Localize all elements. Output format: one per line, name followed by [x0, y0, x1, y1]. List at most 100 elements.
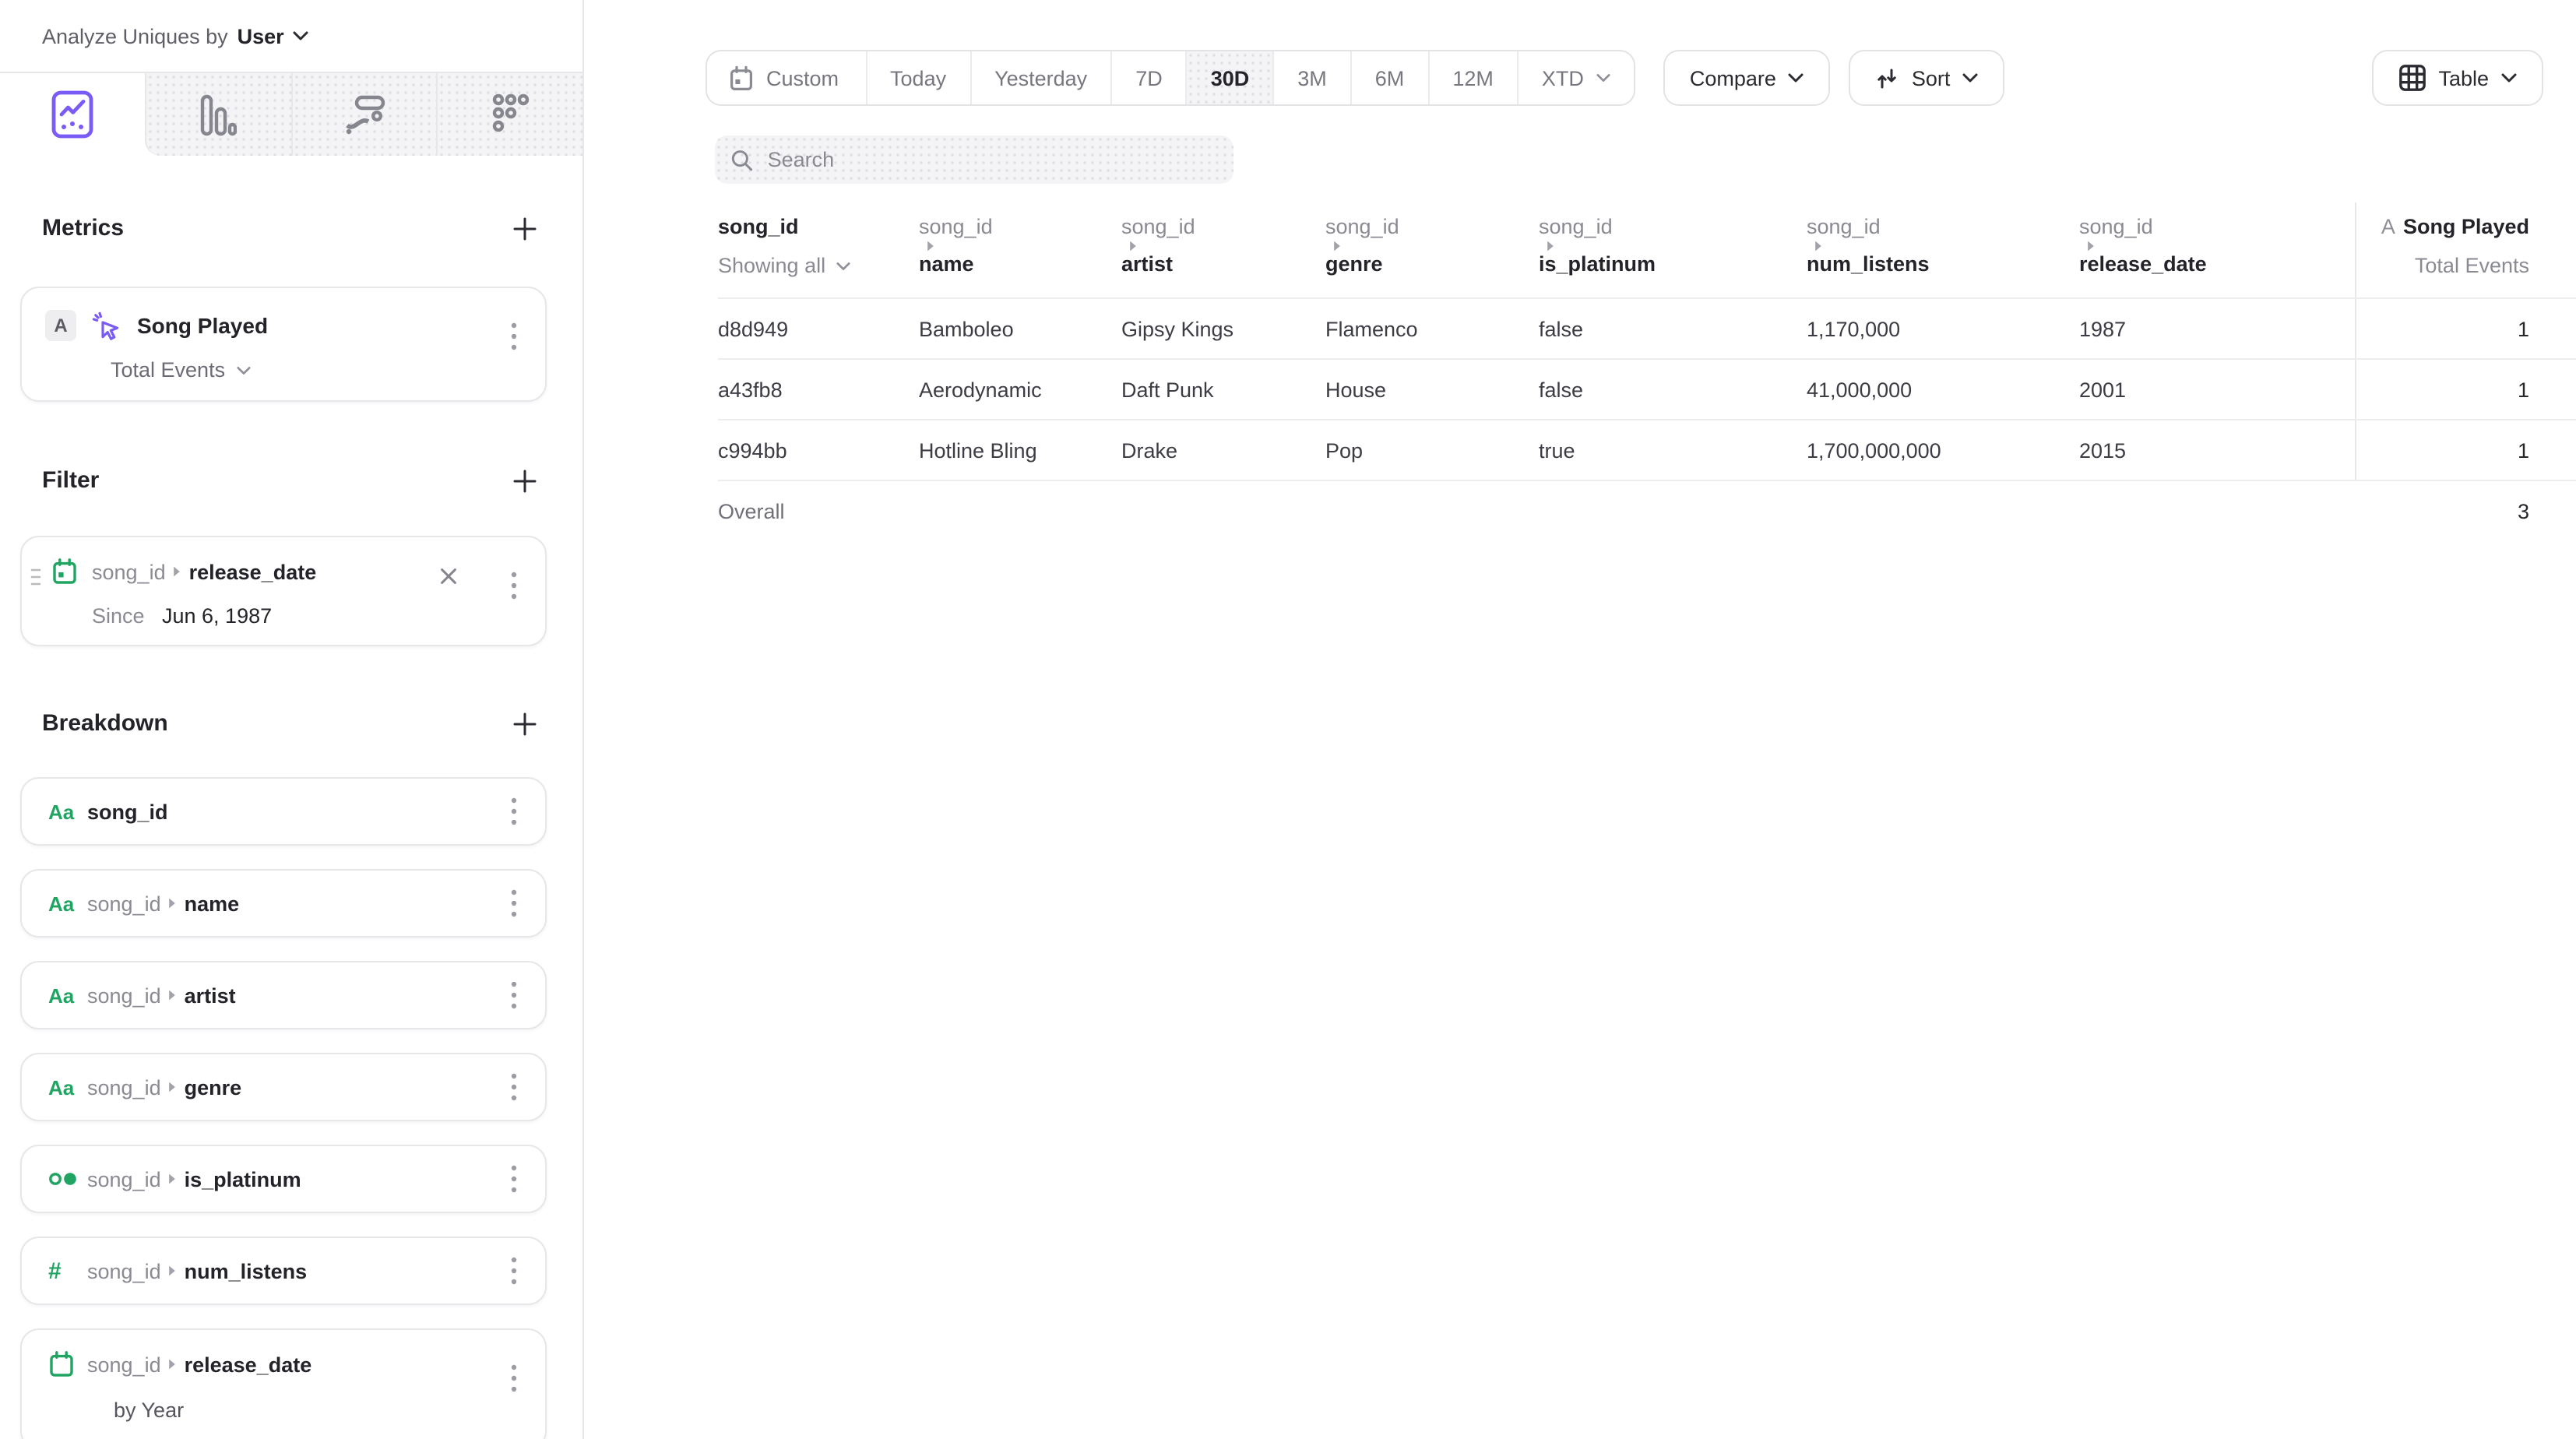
- date-range-6m[interactable]: 6M: [1350, 51, 1428, 104]
- flow-chart-icon: [343, 93, 386, 136]
- table-row[interactable]: a43fb8 Aerodynamic Daft Punk House false…: [718, 358, 2576, 419]
- kebab-menu-icon[interactable]: [511, 1364, 517, 1392]
- calendar-icon: [51, 558, 78, 586]
- filter-property-name: release_date: [189, 560, 317, 583]
- filter-value[interactable]: Jun 6, 1987: [162, 604, 272, 628]
- add-breakdown-button[interactable]: [512, 711, 537, 736]
- kebab-menu-icon[interactable]: [511, 572, 517, 600]
- column-header-artist[interactable]: song_idartist: [1121, 202, 1325, 297]
- chevron-down-icon: [1596, 73, 1610, 83]
- search-input[interactable]: [768, 148, 1218, 171]
- caret-right-icon: [2087, 240, 2095, 252]
- chevron-down-icon: [294, 31, 309, 40]
- metrics-title: Metrics: [42, 215, 124, 241]
- chart-type-tabs: [0, 73, 582, 156]
- view-type-button[interactable]: Table: [2371, 50, 2543, 106]
- table-header-row: song_id Showing all song_idname song_ida…: [718, 202, 2576, 297]
- column-header-release-date[interactable]: song_idrelease_date: [2079, 202, 2355, 297]
- caret-right-icon: [169, 989, 177, 1001]
- report-toolbar: Custom Today Yesterday 7D 30D 3M 6M 12M …: [586, 0, 2576, 106]
- column-header-metric[interactable]: ASong Played Total Events: [2355, 202, 2576, 297]
- breakdown-item-genre[interactable]: Aa song_id genre: [20, 1053, 547, 1121]
- filter-property-parent: song_id: [92, 560, 166, 583]
- caret-right-icon: [169, 897, 177, 909]
- add-metric-button[interactable]: [512, 216, 537, 241]
- date-range-7d[interactable]: 7D: [1110, 51, 1186, 104]
- filter-card[interactable]: song_id release_date Since Jun 6, 1987: [20, 536, 547, 646]
- remove-filter-icon[interactable]: [439, 567, 458, 586]
- breakdown-item-name[interactable]: Aa song_id name: [20, 869, 547, 938]
- metrics-section-header: Metrics: [0, 215, 582, 241]
- kebab-menu-icon[interactable]: [511, 1165, 517, 1193]
- breakdown-item-is-platinum[interactable]: song_id is_platinum: [20, 1145, 547, 1213]
- tab-bar-chart[interactable]: [145, 73, 291, 156]
- column-header-name[interactable]: song_idname: [919, 202, 1121, 297]
- add-filter-button[interactable]: [512, 468, 537, 493]
- caret-right-icon: [169, 1358, 177, 1370]
- date-range-custom[interactable]: Custom: [707, 51, 865, 104]
- date-range-today[interactable]: Today: [865, 51, 970, 104]
- kebab-menu-icon[interactable]: [511, 322, 517, 350]
- tab-line-chart[interactable]: [0, 73, 145, 156]
- filter-section-header: Filter: [0, 467, 582, 494]
- analyze-header: Analyze Uniques by User: [0, 0, 582, 73]
- breakdown-item-num-listens[interactable]: # song_id num_listens: [20, 1237, 547, 1305]
- text-type-icon: Aa: [48, 800, 74, 823]
- metric-event-name: Song Played: [137, 313, 268, 338]
- chevron-down-icon: [1789, 73, 1804, 83]
- caret-right-icon: [169, 1265, 177, 1277]
- column-header-genre[interactable]: song_idgenre: [1325, 202, 1539, 297]
- column-header-song-id[interactable]: song_id Showing all: [718, 202, 919, 297]
- kebab-menu-icon[interactable]: [511, 889, 517, 917]
- kebab-menu-icon[interactable]: [511, 1257, 517, 1285]
- boolean-type-icon: [48, 1171, 78, 1187]
- breakdown-bucket[interactable]: by Year: [114, 1399, 545, 1422]
- table-row[interactable]: d8d949 Bamboleo Gipsy Kings Flamenco fal…: [718, 297, 2576, 358]
- sort-button[interactable]: Sort: [1849, 50, 2005, 106]
- caret-right-icon: [1129, 240, 1137, 252]
- compare-button[interactable]: Compare: [1663, 50, 1831, 106]
- chevron-down-icon: [2501, 73, 2517, 83]
- breakdown-item-artist[interactable]: Aa song_id artist: [20, 961, 547, 1029]
- breakdown-section-header: Breakdown: [0, 710, 582, 737]
- calendar-icon: [729, 65, 754, 91]
- drag-handle-icon[interactable]: [30, 567, 42, 587]
- kebab-menu-icon[interactable]: [511, 1073, 517, 1101]
- metric-card[interactable]: A Song Played Total Events: [20, 287, 547, 402]
- date-range-30d[interactable]: 30D: [1186, 51, 1273, 104]
- caret-right-icon: [1547, 240, 1554, 252]
- date-range-yesterday[interactable]: Yesterday: [970, 51, 1110, 104]
- table-grid-icon: [2398, 64, 2426, 92]
- filter-title: Filter: [42, 467, 99, 494]
- column-header-num-listens[interactable]: song_idnum_listens: [1807, 202, 2079, 297]
- column-header-is-platinum[interactable]: song_idis_platinum: [1539, 202, 1807, 297]
- insights-report-page: Analyze Uniques by User: [0, 0, 2576, 1439]
- caret-right-icon: [169, 1173, 177, 1185]
- caret-right-icon: [1333, 240, 1341, 252]
- breakdown-item-release-date[interactable]: song_id release_date by Year: [20, 1328, 547, 1439]
- date-type-icon: [48, 1350, 75, 1378]
- date-range-xtd[interactable]: XTD: [1517, 51, 1634, 104]
- tab-flow-chart[interactable]: [290, 73, 437, 156]
- analyze-value-dropdown[interactable]: User: [238, 24, 284, 47]
- breakdown-title: Breakdown: [42, 710, 168, 737]
- breakdown-item-song-id[interactable]: Aa song_id: [20, 777, 547, 846]
- showing-all-dropdown[interactable]: Showing all: [718, 254, 919, 279]
- text-type-icon: Aa: [48, 983, 74, 1007]
- aggregation-dropdown[interactable]: Total Events: [111, 358, 545, 382]
- sort-arrows-icon: [1876, 66, 1899, 90]
- kebab-menu-icon[interactable]: [511, 797, 517, 825]
- caret-right-icon: [169, 1081, 177, 1093]
- table-row[interactable]: c994bb Hotline Bling Drake Pop true 1,70…: [718, 419, 2576, 480]
- filter-operator[interactable]: Since: [92, 604, 162, 628]
- query-builder-sidebar: Analyze Uniques by User: [0, 0, 584, 1439]
- chevron-down-icon: [836, 262, 850, 271]
- report-main-area: Custom Today Yesterday 7D 30D 3M 6M 12M …: [586, 0, 2576, 1439]
- event-click-icon: [92, 311, 121, 340]
- kebab-menu-icon[interactable]: [511, 981, 517, 1009]
- tab-metric-grid[interactable]: [437, 73, 583, 156]
- date-range-3m[interactable]: 3M: [1272, 51, 1350, 104]
- results-table: song_id Showing all song_idname song_ida…: [718, 202, 2576, 540]
- date-range-control: Custom Today Yesterday 7D 30D 3M 6M 12M …: [706, 50, 1635, 106]
- date-range-12m[interactable]: 12M: [1427, 51, 1517, 104]
